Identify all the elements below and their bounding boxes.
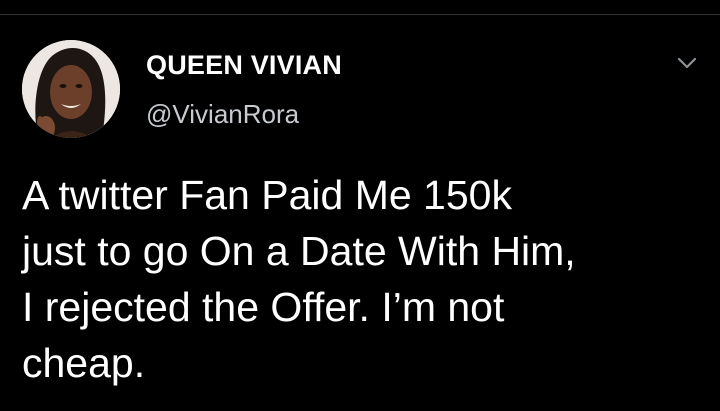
tweet: QUEEN VIVIAN @VivianRora A twitter Fan P… — [0, 0, 720, 411]
tweet-text-line: just to go On a Date With Him, — [22, 228, 576, 274]
author-handle[interactable]: @VivianRora — [146, 98, 299, 130]
tweet-text: A twitter Fan Paid Me 150k just to go On… — [22, 167, 702, 391]
tweet-menu-button[interactable] — [676, 55, 698, 71]
avatar[interactable] — [22, 40, 120, 138]
chevron-down-icon — [677, 57, 697, 69]
tweet-text-line: A twitter Fan Paid Me 150k — [22, 172, 512, 218]
author-display-name[interactable]: QUEEN VIVIAN — [146, 48, 342, 82]
tweet-text-line: cheap. — [22, 340, 146, 386]
profile-photo-icon — [22, 40, 120, 138]
tweet-text-line: I rejected the Offer. I’m not — [22, 284, 505, 330]
